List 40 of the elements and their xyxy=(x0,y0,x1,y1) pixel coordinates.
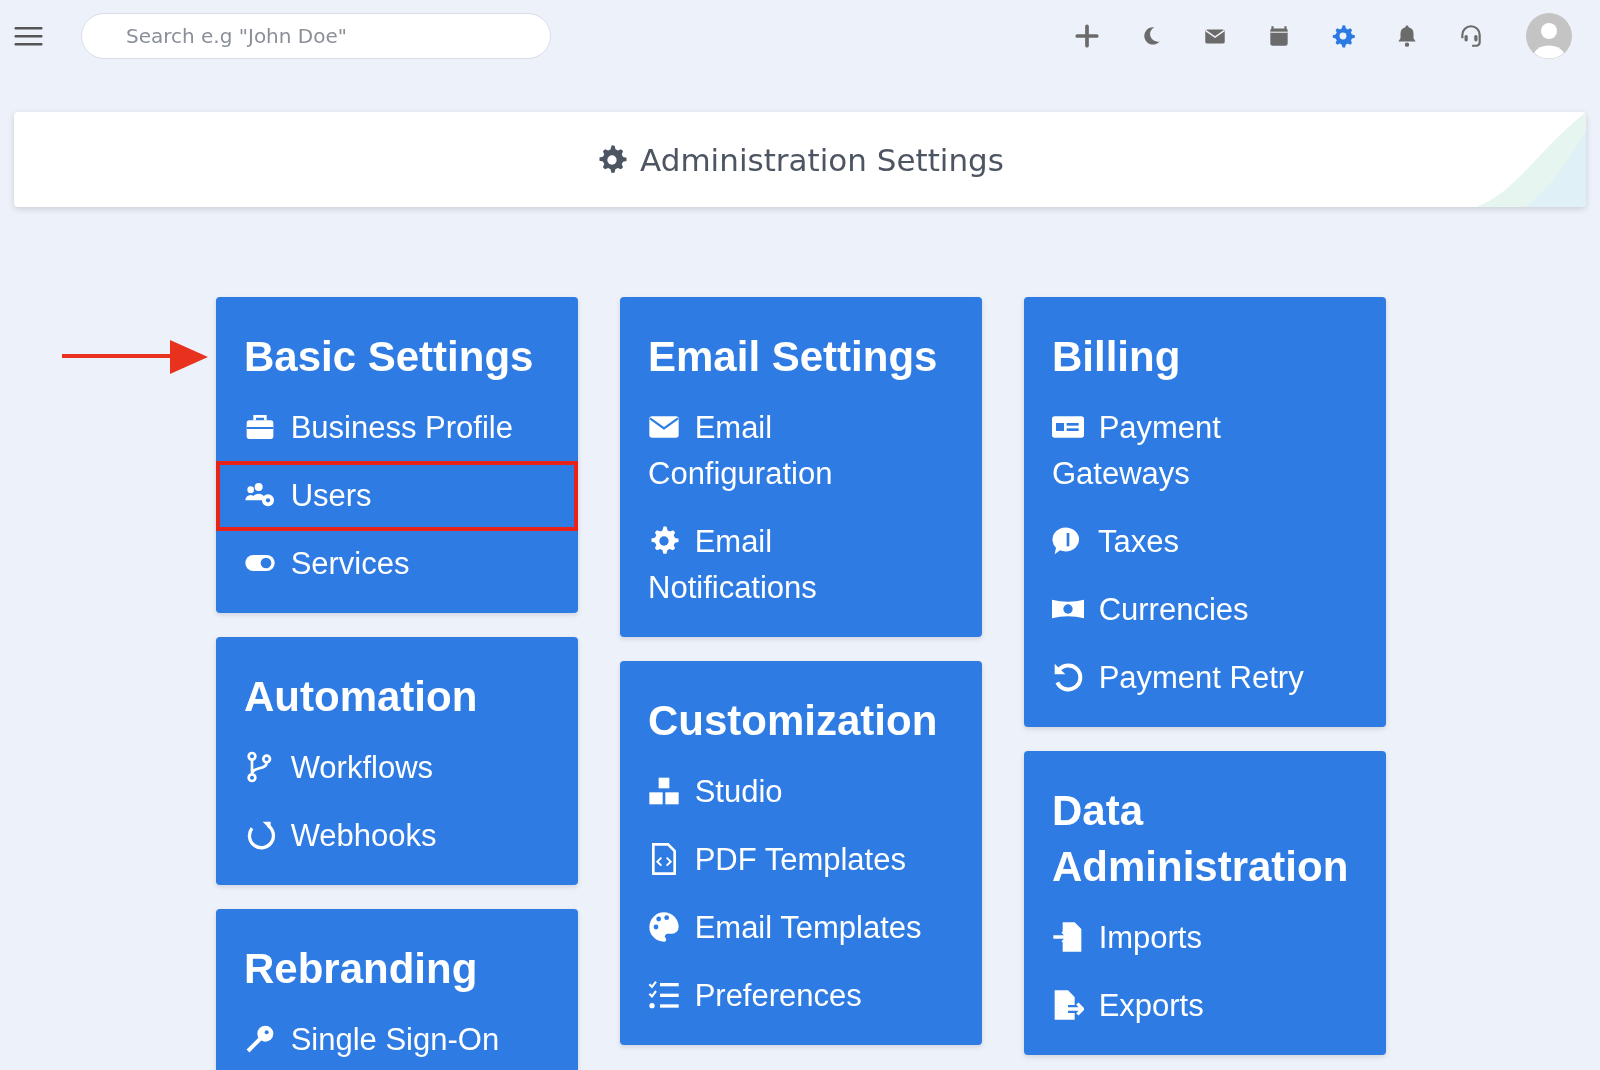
card-heading: Basic Settings xyxy=(243,332,535,382)
palette-icon xyxy=(648,911,680,943)
card-heading: Data Administration xyxy=(1051,786,1350,892)
settings-link[interactable]: Webhooks xyxy=(216,801,578,871)
settings-link[interactable]: Preferences xyxy=(620,961,982,1031)
settings-link[interactable]: Workflows xyxy=(216,733,578,803)
settings-link[interactable]: Email Configuration xyxy=(620,393,982,509)
settings-link[interactable]: Email Notifications xyxy=(620,507,982,623)
gear-icon xyxy=(596,143,629,176)
card-heading: Billing xyxy=(1051,332,1182,382)
settings-link[interactable]: Studio xyxy=(620,757,982,827)
file-export-icon xyxy=(1052,989,1084,1021)
settings-link[interactable]: Payment Retry xyxy=(1024,643,1386,713)
plus-icon[interactable] xyxy=(1074,23,1100,49)
headset-icon[interactable] xyxy=(1458,23,1484,49)
settings-link[interactable]: Taxes xyxy=(1024,507,1386,577)
settings-link[interactable]: Business Profile xyxy=(216,393,578,463)
gear-icon xyxy=(648,525,680,557)
blocks-icon xyxy=(648,775,680,807)
checklist-icon xyxy=(648,979,680,1011)
card-heading: Email Settings xyxy=(647,332,939,382)
settings-link[interactable]: Imports xyxy=(1024,903,1386,973)
key-icon xyxy=(244,1023,276,1055)
undo-icon xyxy=(1052,661,1084,693)
settings-link[interactable]: Users xyxy=(216,461,578,531)
menu-icon[interactable] xyxy=(14,26,43,46)
page-title: Administration Settings xyxy=(640,141,1004,178)
file-import-icon xyxy=(1052,921,1084,953)
settings-link[interactable]: Email Templates xyxy=(620,893,982,963)
settings-icon[interactable] xyxy=(1330,23,1356,49)
settings-link[interactable]: Services xyxy=(216,529,578,599)
settings-link[interactable]: Currencies xyxy=(1024,575,1386,645)
settings-link[interactable]: PDF Templates xyxy=(620,825,982,895)
settings-link[interactable]: Exports xyxy=(1024,971,1386,1041)
settings-link[interactable]: Single Sign-On xyxy=(216,1005,578,1070)
settings-link[interactable]: Payment Gateways xyxy=(1024,393,1386,509)
card-heading: Rebranding xyxy=(243,944,479,994)
card-heading: Automation xyxy=(243,672,479,722)
search-field[interactable]: Search e.g "John Doe" xyxy=(81,13,551,59)
card-heading: Customization xyxy=(647,696,939,746)
